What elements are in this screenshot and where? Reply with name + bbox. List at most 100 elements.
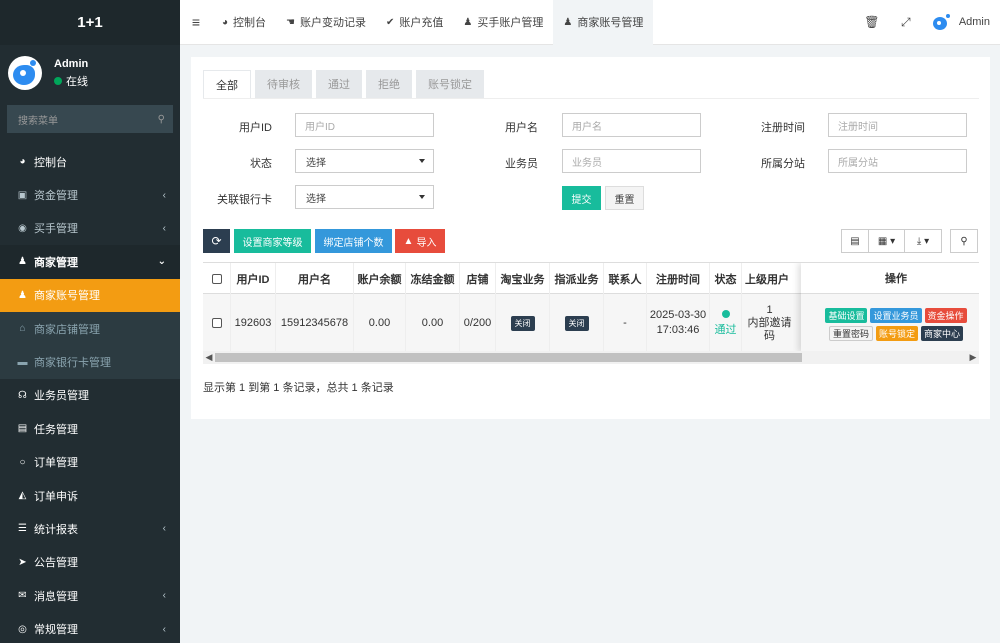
status-select[interactable]: 选择 <box>295 149 434 173</box>
sidebar-item-4[interactable]: ♟ 商家账号管理 <box>0 278 180 312</box>
col-parent[interactable]: 上级用户 <box>742 263 804 294</box>
user-icon: ♟ <box>463 16 473 28</box>
import-button[interactable]: ▲ 导入 <box>395 229 445 253</box>
sidebar-item-9[interactable]: ○ 订单管理 <box>0 446 180 479</box>
col-frozen[interactable]: 冻结金额 <box>406 263 460 294</box>
search-icon[interactable]: ⚲ <box>158 114 165 125</box>
top-tab-0[interactable]: ◕ 控制台 <box>212 0 276 45</box>
reset-password-button[interactable]: 重置密码 <box>828 326 873 341</box>
col-status[interactable]: 状态 <box>710 263 742 294</box>
check-circle-icon: ✔ <box>386 16 395 28</box>
reg-time-input[interactable]: 注册时间 <box>828 113 967 137</box>
sidebar-item-14[interactable]: ◎ 常规管理 ‹ <box>0 612 180 643</box>
sidebar-item-10[interactable]: ◭ 订单申诉 <box>0 479 180 512</box>
filter-tab-1[interactable]: 待审核 <box>255 70 312 98</box>
refresh-button[interactable]: ⟳ <box>203 229 230 253</box>
sidebar-item-label: 公告管理 <box>34 557 78 570</box>
sidebar-item-13[interactable]: ✉ 消息管理 ‹ <box>0 579 180 612</box>
upload-icon: ▲ <box>403 235 414 247</box>
fund-operation-button[interactable]: 资金操作 <box>924 308 967 323</box>
lock-account-button[interactable]: 账号锁定 <box>875 326 918 341</box>
basic-settings-button[interactable]: 基础设置 <box>825 308 868 323</box>
admin-menu[interactable]: Admin <box>923 12 1000 32</box>
user-circle-icon: ◉ <box>18 222 27 234</box>
columns-button[interactable]: ▦ ▾ <box>868 229 905 253</box>
col-contact[interactable]: 联系人 <box>604 263 647 294</box>
col-taobao[interactable]: 淘宝业务 <box>496 263 550 294</box>
submit-button[interactable]: 提交 <box>562 186 601 210</box>
col-reg-time[interactable]: 注册时间 <box>647 263 710 294</box>
reset-button[interactable]: 重置 <box>605 186 644 210</box>
horizontal-scrollbar[interactable]: ◀ ▶ <box>203 351 979 364</box>
merchant-center-button[interactable]: 商家中心 <box>921 326 964 341</box>
sidebar-item-12[interactable]: ➤ 公告管理 <box>0 546 180 579</box>
compass-icon: ◭ <box>18 490 27 502</box>
select-all-checkbox[interactable] <box>211 273 222 284</box>
top-tab-3[interactable]: ♟ 买手账户管理 <box>453 0 553 45</box>
hand-icon: ☚ <box>286 16 296 28</box>
brand-logo[interactable]: 1+1 <box>0 0 180 45</box>
user-icon: ♟ <box>18 256 27 268</box>
sidebar-item-5[interactable]: ⌂ 商家店铺管理 <box>0 311 180 346</box>
caret-down-icon <box>419 159 425 163</box>
sidebar-item-11[interactable]: ☰ 统计报表 ‹ <box>0 512 180 545</box>
filter-tab-3[interactable]: 拒绝 <box>366 70 412 98</box>
sidebar-item-0[interactable]: ◕ 控制台 <box>0 145 180 178</box>
top-tab-1[interactable]: ☚ 账户变动记录 <box>276 0 376 45</box>
scrollbar-thumb[interactable] <box>215 353 802 362</box>
sidebar-item-8[interactable]: ▤ 任务管理 <box>0 412 180 445</box>
user-id-input[interactable]: 用户ID <box>295 113 434 137</box>
money-icon: ▣ <box>17 189 28 201</box>
top-tab-4[interactable]: ♟ 商家账号管理 <box>553 0 654 45</box>
sidebar-item-label: 常规管理 <box>34 624 78 637</box>
taobao-status-badge[interactable]: 关闭 <box>510 315 535 331</box>
col-balance[interactable]: 账户余额 <box>354 263 406 294</box>
salesman-input[interactable]: 业务员 <box>562 149 701 173</box>
sidebar-menu: ◕ 控制台 ▣ 资金管理 ‹ ◉ 买手管理 ‹ ♟ 商家管理 ⌄ ♟ 商家账号管理 ⌂ 商家店铺管理 ▬ 商家银… <box>0 145 180 643</box>
headset-icon: ☊ <box>18 389 27 401</box>
scroll-right-icon[interactable]: ▶ <box>967 351 979 364</box>
credit-card-icon: ▬ <box>17 356 28 368</box>
user-icon: ♟ <box>18 289 27 301</box>
status-dot-icon <box>721 309 730 318</box>
toggle-view-button[interactable]: ▤ <box>841 229 869 253</box>
username-input[interactable]: 用户名 <box>562 113 701 137</box>
assign-status-badge[interactable]: 关闭 <box>564 315 589 331</box>
col-assign[interactable]: 指派业务 <box>550 263 604 294</box>
trash-icon[interactable]: 🗑 <box>855 15 889 29</box>
list-icon: ▤ <box>17 423 28 435</box>
sidebar-item-6[interactable]: ▬ 商家银行卡管理 <box>0 345 180 379</box>
set-salesman-button[interactable]: 设置业务员 <box>870 308 922 323</box>
filter-tab-2[interactable]: 通过 <box>316 70 362 98</box>
sidebar-item-2[interactable]: ◉ 买手管理 ‹ <box>0 212 180 245</box>
menu-search-input[interactable]: 搜索菜单 ⚲ <box>7 105 173 133</box>
col-shops[interactable]: 店铺 <box>460 263 496 294</box>
export-button[interactable]: ⤓ ▾ <box>904 229 942 253</box>
chevron-left-icon: ‹ <box>162 590 166 602</box>
database-icon: ☰ <box>18 523 27 535</box>
filter-tab-0[interactable]: 全部 <box>203 70 251 98</box>
sidebar-item-3[interactable]: ♟ 商家管理 ⌄ <box>0 245 180 279</box>
sidebar-item-1[interactable]: ▣ 资金管理 ‹ <box>0 178 180 211</box>
top-tab-2[interactable]: ✔ 账户充值 <box>376 0 453 45</box>
operations-column: 操作 基础设置 设置业务员 资金操作 重置密码 账号锁定 商家中心 <box>801 263 979 352</box>
col-username[interactable]: 用户名 <box>276 263 354 294</box>
table-search-button[interactable]: ⚲ <box>950 229 978 253</box>
scroll-left-icon[interactable]: ◀ <box>203 351 215 364</box>
fullscreen-icon[interactable]: ⤢ <box>889 15 923 30</box>
set-merchant-level-button[interactable]: 设置商家等级 <box>234 229 311 253</box>
col-operations: 操作 <box>801 263 979 294</box>
username-label: 用户名 <box>505 122 538 134</box>
filter-tab-4[interactable]: 账号锁定 <box>416 70 484 98</box>
branch-input[interactable]: 所属分站 <box>828 149 967 173</box>
bind-shop-count-button[interactable]: 绑定店铺个数 <box>315 229 392 253</box>
menu-toggle-icon[interactable]: ≡ <box>180 14 212 30</box>
col-user-id[interactable]: 用户ID <box>231 263 276 294</box>
list-icon: ▤ <box>850 235 860 247</box>
bank-card-select[interactable]: 选择 <box>295 185 434 209</box>
sidebar-item-7[interactable]: ☊ 业务员管理 <box>0 379 180 412</box>
user-icon: ♟ <box>563 16 573 28</box>
data-table: 用户ID 用户名 账户余额 冻结金额 店铺 淘宝业务 指派业务 联系人 注册时间… <box>203 262 979 364</box>
row-checkbox[interactable] <box>211 318 222 328</box>
user-panel: Admin 在线 <box>0 45 180 101</box>
